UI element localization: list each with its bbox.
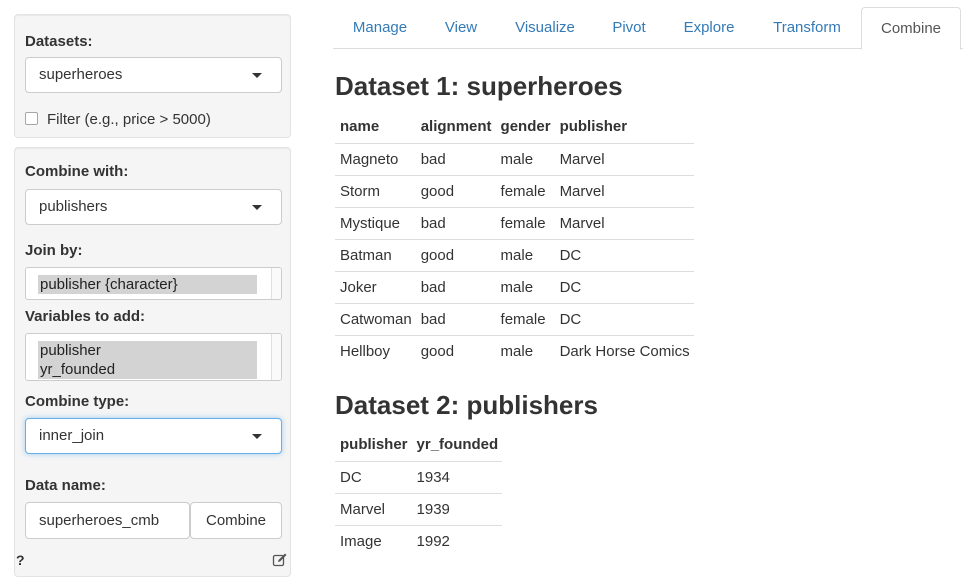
combine-type-label: Combine type: — [25, 393, 130, 410]
dataset2-table: publisher yr_founded DC 1934 Marvel 1939 I… — [335, 429, 503, 557]
table-row: Mystique bad female Marvel — [335, 207, 694, 240]
help-link[interactable]: ? — [16, 552, 25, 568]
combine-type-select[interactable]: inner_join — [25, 418, 282, 454]
dataset-panel: Datasets: superheroes Filter (e.g., pric… — [14, 14, 291, 138]
table-cell: Dark Horse Comics — [559, 342, 690, 360]
variables-select[interactable]: publisher yr_founded — [25, 333, 282, 381]
table-cell: DC — [554, 239, 694, 272]
table-row: Catwoman bad female DC — [335, 303, 694, 336]
table-cell: good — [415, 175, 496, 208]
datasets-value: superheroes — [39, 66, 123, 83]
table-cell: Marvel — [335, 493, 412, 526]
variables-scrollbar[interactable] — [271, 334, 281, 380]
table-cell: DC — [554, 303, 694, 336]
table-cell: Catwoman — [335, 303, 416, 336]
table-cell: DC — [335, 461, 412, 494]
dataset2-title: Dataset 2: publishers — [335, 390, 598, 420]
caret-down-icon — [252, 434, 262, 439]
table-cell: Joker — [335, 271, 416, 304]
column-header: name — [335, 111, 416, 144]
filter-label: Filter (e.g., price > 5000) — [47, 111, 211, 128]
variable-option[interactable]: publisher — [38, 341, 257, 360]
combine-with-value: publishers — [39, 198, 108, 215]
table-cell: male — [500, 342, 534, 360]
combine-type-value: inner_join — [39, 427, 105, 444]
join-by-select[interactable]: publisher {character} — [25, 267, 282, 300]
tab-explore[interactable]: Explore — [673, 7, 745, 49]
table-cell: bad — [415, 271, 496, 304]
join-by-scrollbar[interactable] — [271, 268, 281, 299]
data-name-input[interactable]: superheroes_cmb — [25, 502, 190, 539]
table-cell: 1939 — [411, 493, 503, 526]
datasets-label: Datasets: — [25, 33, 93, 50]
variables-label: Variables to add: — [25, 308, 146, 325]
variable-option[interactable]: yr_founded — [38, 360, 257, 379]
table-header-row: name alignment gender publisher — [335, 111, 694, 144]
column-header: publisher — [335, 429, 412, 462]
table-row: Storm good female Marvel — [335, 175, 694, 208]
tab-manage[interactable]: Manage — [339, 7, 421, 49]
tab-transform[interactable]: Transform — [760, 7, 854, 49]
tab-combine[interactable]: Combine — [861, 7, 961, 50]
table-cell: Batman — [335, 239, 416, 272]
table-cell: bad — [415, 143, 496, 176]
table-cell: male — [495, 271, 555, 304]
column-header: yr_founded — [411, 429, 503, 462]
table-row: Marvel 1939 — [335, 493, 503, 526]
table-cell: Mystique — [335, 207, 416, 240]
table-cell: Storm — [335, 175, 416, 208]
table-cell: DC — [554, 271, 694, 304]
edit-icon[interactable] — [272, 552, 288, 568]
table-cell: female — [495, 207, 555, 240]
combine-with-select[interactable]: publishers — [25, 189, 282, 225]
caret-down-icon — [252, 73, 262, 78]
column-header: publisher — [554, 111, 694, 144]
table-row: Batman good male DC — [335, 239, 694, 272]
table-cell: 1934 — [411, 461, 503, 494]
table-cell: 1992 — [416, 532, 450, 550]
table-row: Joker bad male DC — [335, 271, 694, 304]
table-cell: bad — [415, 207, 496, 240]
table-cell: Marvel — [554, 143, 694, 176]
join-by-option[interactable]: publisher {character} — [38, 275, 257, 294]
table-row: Hellboy good male Dark Horse Comics — [335, 335, 694, 367]
tab-visualize[interactable]: Visualize — [503, 7, 587, 49]
combine-panel: Combine with: publishers Join by: publis… — [14, 147, 291, 577]
data-name-label: Data name: — [25, 477, 106, 494]
table-cell: Marvel — [554, 207, 694, 240]
table-cell: male — [495, 239, 555, 272]
table-cell: bad — [415, 303, 496, 336]
table-cell: Hellboy — [340, 342, 391, 360]
table-cell: good — [420, 342, 455, 360]
table-row: Image 1992 — [335, 525, 502, 557]
caret-down-icon — [252, 205, 262, 210]
table-row: DC 1934 — [335, 461, 503, 494]
table-cell: male — [495, 143, 555, 176]
tab-pivot[interactable]: Pivot — [601, 7, 657, 49]
tab-bar: Manage View Visualize Pivot Explore Tran… — [333, 7, 963, 50]
table-cell: Magneto — [335, 143, 416, 176]
checkbox-icon[interactable] — [25, 112, 38, 125]
tab-view[interactable]: View — [433, 7, 489, 49]
dataset1-table: name alignment gender publisher Magneto b… — [335, 111, 694, 367]
column-header: alignment — [415, 111, 496, 144]
table-cell: Image — [340, 532, 382, 550]
table-header-row: publisher yr_founded — [335, 429, 503, 462]
table-cell: female — [495, 303, 555, 336]
table-cell: female — [495, 175, 555, 208]
join-by-label: Join by: — [25, 242, 83, 259]
table-cell: Marvel — [554, 175, 694, 208]
datasets-select[interactable]: superheroes — [25, 57, 282, 93]
table-row: Magneto bad male Marvel — [335, 143, 694, 176]
dataset1-title: Dataset 1: superheroes — [335, 71, 623, 101]
combine-with-label: Combine with: — [25, 163, 129, 180]
combine-button[interactable]: Combine — [190, 502, 282, 539]
table-cell: good — [415, 239, 496, 272]
filter-checkbox-row[interactable]: Filter (e.g., price > 5000) — [25, 111, 211, 128]
column-header: gender — [495, 111, 555, 144]
